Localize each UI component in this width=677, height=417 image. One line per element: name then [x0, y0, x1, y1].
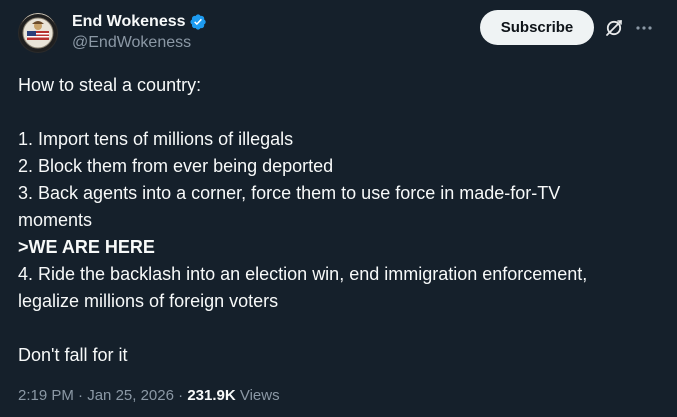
tweet-line: How to steal a country:	[18, 75, 202, 95]
timestamp-time[interactable]: 2:19 PM	[18, 387, 74, 404]
tweet-line: moments	[18, 210, 93, 230]
tweet-body: How to steal a country: 1. Import tens o…	[18, 72, 658, 369]
tweet-line-emphasis: >WE ARE HERE	[18, 237, 155, 257]
author-info: End Wokeness @EndWokeness	[72, 11, 207, 52]
handle[interactable]: @EndWokeness	[72, 34, 207, 52]
display-name[interactable]: End Wokeness	[72, 13, 186, 31]
grok-icon[interactable]	[604, 18, 624, 38]
more-options-icon[interactable]	[634, 18, 654, 38]
tweet-line: 3. Back agents into a corner, force them…	[18, 183, 561, 203]
tweet-line: legalize millions of foreign voters	[18, 291, 279, 311]
tweet-line: 4. Ride the backlash into an election wi…	[18, 264, 588, 284]
tweet: End Wokeness @EndWokeness Subscribe How …	[0, 0, 677, 417]
meta-separator: ·	[178, 387, 184, 404]
avatar[interactable]	[18, 13, 58, 53]
tweet-meta: 2:19 PM · Jan 25, 2026 · 231.9K Views	[18, 387, 280, 404]
avatar-logo-icon	[19, 14, 57, 52]
subscribe-button[interactable]: Subscribe	[480, 10, 594, 45]
views-count[interactable]: 231.9K	[187, 387, 235, 404]
views-label[interactable]: Views	[240, 387, 280, 404]
tweet-line: 2. Block them from ever being deported	[18, 156, 334, 176]
verified-badge-icon[interactable]	[189, 13, 207, 31]
name-row: End Wokeness	[72, 11, 207, 33]
timestamp-date[interactable]: Jan 25, 2026	[87, 387, 174, 404]
tweet-line: Don't fall for it	[18, 345, 128, 365]
meta-separator: ·	[78, 387, 84, 404]
tweet-line: 1. Import tens of millions of illegals	[18, 129, 294, 149]
